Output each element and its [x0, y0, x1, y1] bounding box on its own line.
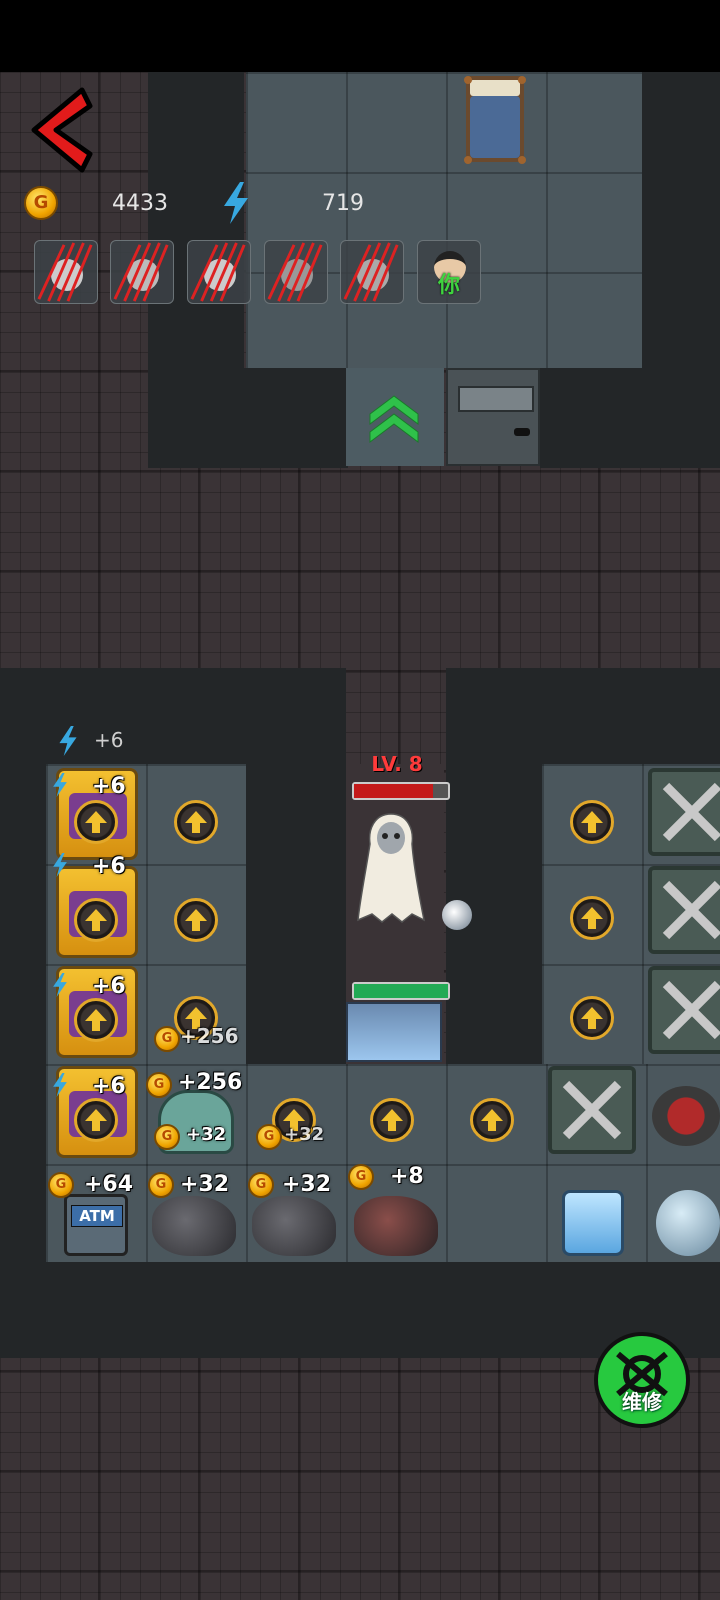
energy-bolt-icon: [52, 972, 68, 1002]
repair-button[interactable]: 维修: [592, 1330, 692, 1430]
energy-bolt-icon: [52, 852, 68, 882]
gold-yield: +8: [390, 1164, 424, 1189]
upgrade-arrow-icon[interactable]: [570, 996, 614, 1040]
bedroom-door[interactable]: [446, 368, 540, 466]
crystal-ball[interactable]: [656, 1190, 720, 1256]
upgrade-arrow-icon[interactable]: [74, 800, 118, 844]
wall-shadow: [246, 764, 346, 1064]
upgrade-arrow-icon[interactable]: [370, 1098, 414, 1142]
energy-bolt-icon: [52, 772, 68, 802]
energy-yield: +6: [92, 774, 126, 799]
iron-door[interactable]: [346, 1002, 442, 1062]
upgrade-arrow-icon[interactable]: [174, 800, 218, 844]
wall-shadow: [0, 668, 346, 764]
energy-bolt-icon: [52, 1072, 68, 1102]
ghost-hp-bar: [352, 782, 450, 800]
bedroom-floor: [246, 72, 642, 368]
tool-crate[interactable]: [548, 1066, 636, 1154]
ghost-enemy[interactable]: [356, 810, 426, 930]
ruby-ore[interactable]: [354, 1196, 438, 1256]
gold-coin-icon: G: [48, 1172, 74, 1198]
gold-yield: +32: [282, 1172, 332, 1197]
ghost-projectile: [442, 900, 472, 930]
player-slot-5[interactable]: [340, 240, 404, 304]
gold-coin-icon: G: [256, 1124, 282, 1150]
gold-coin-icon: G: [24, 186, 58, 220]
claw-marks-icon: [267, 242, 323, 302]
tool-crate[interactable]: [648, 768, 720, 856]
silver-ore[interactable]: [252, 1196, 336, 1256]
energy-amount: 719: [322, 191, 364, 216]
atm-machine[interactable]: ATM: [64, 1194, 128, 1256]
gold-amount: 4433: [112, 191, 168, 216]
tool-crate[interactable]: [648, 866, 720, 954]
wall-shadow: [540, 368, 720, 468]
gold-yield: +32: [284, 1124, 325, 1145]
back-button[interactable]: [24, 84, 94, 174]
gold-yield: +256: [178, 1070, 243, 1095]
gold-coin-icon: G: [148, 1172, 174, 1198]
energy-yield: +6: [92, 1074, 126, 1099]
upgrade-arrow-icon[interactable]: [470, 1098, 514, 1142]
energy-yield: +6: [92, 974, 126, 999]
claw-marks-icon: [37, 242, 93, 302]
tool-crate[interactable]: [648, 966, 720, 1054]
gold-coin-icon: G: [348, 1164, 374, 1190]
gold-coin-icon: G: [146, 1072, 172, 1098]
door-hp-bar: [352, 982, 450, 1000]
bed[interactable]: [462, 74, 528, 166]
gold-yield: +64: [84, 1172, 134, 1197]
upgrade-arrow-icon[interactable]: [570, 800, 614, 844]
player-slot-3[interactable]: [187, 240, 251, 304]
wall-shadow: [0, 764, 46, 1264]
gold-yield: +256: [180, 1024, 239, 1048]
player-slot-4[interactable]: [264, 240, 328, 304]
energy-bolt-icon: [222, 182, 250, 228]
repair-label: 维修: [622, 1390, 662, 1414]
energy-income-icon: [58, 726, 78, 760]
player-slot-6[interactable]: 你: [417, 240, 481, 304]
upgrade-arrow-icon[interactable]: [74, 1098, 118, 1142]
wall-shadow: [446, 668, 720, 764]
gold-coin-icon: G: [154, 1026, 180, 1052]
ghost-level: LV. 8: [371, 752, 423, 776]
claw-marks-icon: [343, 242, 399, 302]
player-slot-2[interactable]: [110, 240, 174, 304]
gold-coin-icon: G: [248, 1172, 274, 1198]
upgrade-arrow-icon[interactable]: [74, 998, 118, 1042]
wall-shadow: [148, 368, 348, 468]
status-bar: [0, 0, 720, 72]
gold-coin-icon: G: [154, 1124, 180, 1150]
you-label: 你: [437, 273, 460, 298]
fridge[interactable]: [562, 1190, 624, 1256]
atm-label: ATM: [71, 1205, 123, 1227]
turret[interactable]: [652, 1086, 720, 1146]
energy-yield: +6: [92, 854, 126, 879]
upgrade-arrow-icon[interactable]: [74, 898, 118, 942]
silver-ore[interactable]: [152, 1196, 236, 1256]
claw-marks-icon: [190, 242, 246, 302]
energy-income: +6: [94, 728, 124, 752]
level-up-arrow-icon[interactable]: [366, 392, 422, 446]
upgrade-arrow-icon[interactable]: [570, 896, 614, 940]
upgrade-arrow-icon[interactable]: [174, 898, 218, 942]
claw-marks-icon: [113, 242, 169, 302]
player-slot-1[interactable]: [34, 240, 98, 304]
gold-yield: +32: [180, 1172, 230, 1197]
gold-yield: +32: [186, 1124, 227, 1145]
